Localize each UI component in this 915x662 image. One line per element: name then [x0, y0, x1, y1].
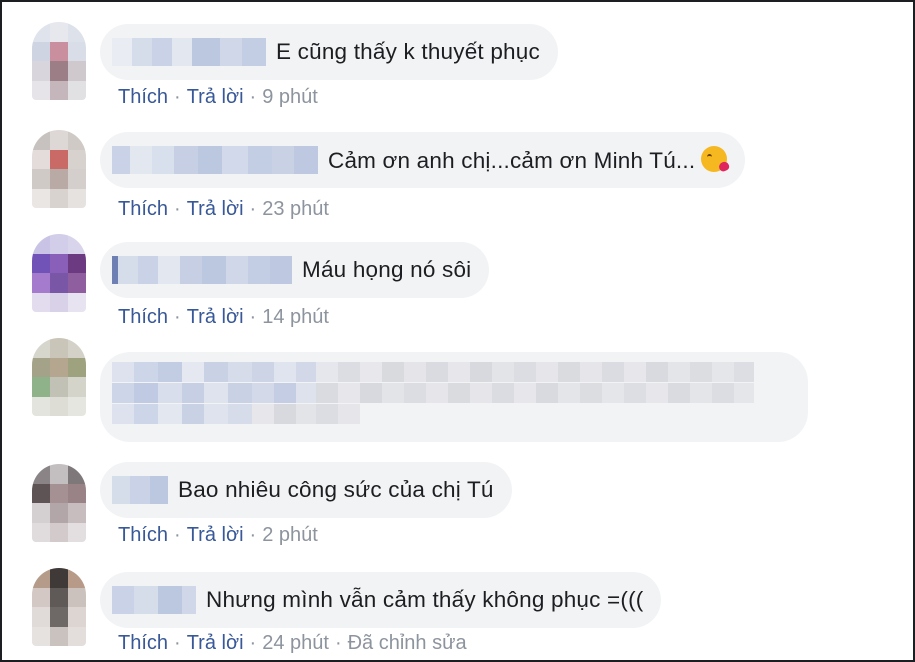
comment-bubble: Máu họng nó sôi: [100, 242, 490, 298]
separator-dot: ·: [249, 632, 257, 654]
separator-dot: ·: [249, 306, 257, 328]
comment-text: Cảm ơn anh chị...cảm ơn Minh Tú...: [328, 146, 728, 174]
separator-dot: ·: [174, 632, 181, 654]
separator-dot: ·: [174, 198, 181, 220]
avatar[interactable]: [32, 338, 86, 416]
like-link[interactable]: Thích: [118, 524, 168, 546]
separator-dot: ·: [174, 524, 181, 546]
like-link[interactable]: Thích: [118, 632, 168, 654]
comment-bubble: Nhưng mình vẫn cảm thấy không phục =(((: [100, 572, 662, 628]
author-name-blurred[interactable]: [112, 256, 292, 284]
avatar[interactable]: [32, 130, 86, 208]
separator-dot: ·: [174, 86, 181, 108]
author-name-blurred[interactable]: [112, 586, 196, 614]
comment-bubble: Bao nhiêu công sức của chị Tú: [100, 462, 512, 518]
timestamp[interactable]: 2 phút: [262, 524, 318, 546]
comment-actions: Thích · Trả lời · 2 phút: [118, 524, 318, 547]
comment-list: E cũng thấy k thuyết phục Thích · Trả lời ·…: [0, 0, 915, 662]
avatar[interactable]: [32, 234, 86, 312]
comment-text: Máu họng nó sôi: [302, 257, 472, 282]
reply-link[interactable]: Trả lời: [187, 306, 244, 328]
author-name-blurred[interactable]: [112, 476, 168, 504]
author-name-blurred[interactable]: [112, 146, 318, 174]
avatar[interactable]: [32, 22, 86, 100]
avatar[interactable]: [32, 464, 86, 542]
timestamp[interactable]: 23 phút: [262, 198, 329, 220]
timestamp[interactable]: 24 phút: [262, 632, 329, 654]
separator-dot: ·: [334, 632, 342, 654]
reply-link[interactable]: Trả lời: [187, 198, 244, 220]
separator-dot: ·: [249, 198, 257, 220]
comment-text: Nhưng mình vẫn cảm thấy không phục =(((: [206, 587, 644, 612]
reply-link[interactable]: Trả lời: [187, 632, 244, 654]
timestamp[interactable]: 14 phút: [262, 306, 329, 328]
like-link[interactable]: Thích: [118, 306, 168, 328]
author-name-blurred[interactable]: [112, 38, 266, 66]
comment-text: Bao nhiêu công sức của chị Tú: [178, 477, 494, 502]
edited-label[interactable]: Đã chỉnh sửa: [348, 632, 467, 654]
like-link[interactable]: Thích: [118, 198, 168, 220]
comment-actions: Thích · Trả lời · 23 phút: [118, 198, 329, 221]
like-link[interactable]: Thích: [118, 86, 168, 108]
comment-bubble: E cũng thấy k thuyết phục: [100, 24, 558, 80]
avatar[interactable]: [32, 568, 86, 646]
kissing-face-emoji: [701, 146, 728, 172]
separator-dot: ·: [249, 86, 257, 108]
timestamp[interactable]: 9 phút: [262, 86, 318, 108]
comment-actions: Thích · Trả lời · 24 phút · Đã chỉnh sửa: [118, 632, 467, 655]
comment-actions: Thích · Trả lời · 14 phút: [118, 306, 329, 329]
comment-actions: Thích · Trả lời · 9 phút: [118, 86, 318, 109]
separator-dot: ·: [249, 524, 257, 546]
reply-link[interactable]: Trả lời: [187, 524, 244, 546]
comment-text: E cũng thấy k thuyết phục: [276, 39, 540, 64]
comment-text-blurred: [112, 362, 754, 425]
comment-bubble: Cảm ơn anh chị...cảm ơn Minh Tú...: [100, 132, 746, 188]
separator-dot: ·: [174, 306, 181, 328]
reply-link[interactable]: Trả lời: [187, 86, 244, 108]
